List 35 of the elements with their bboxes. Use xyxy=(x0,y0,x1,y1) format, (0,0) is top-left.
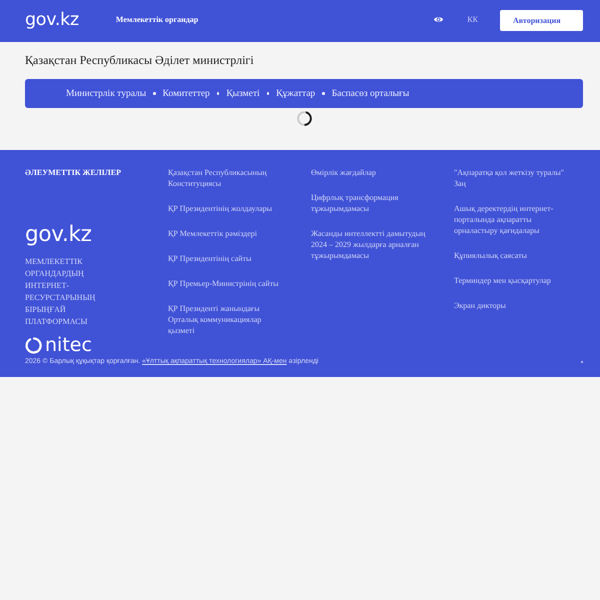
footer-link[interactable]: Ашық деректердің интернет-порталында ақпаратты орналастыру қағидалары xyxy=(454,203,572,236)
nav-link[interactable]: Қызметі xyxy=(226,88,260,100)
page-title: Қазақстан Республикасы Әділет министрлігі xyxy=(25,52,255,67)
bullet-icon xyxy=(153,92,156,95)
footer-link[interactable]: "Ақпаратқа қол жеткізу туралы" Заң xyxy=(454,167,572,189)
footer-link[interactable]: ҚР Президенті жанындағы Орталық коммуникациялар қызметі xyxy=(168,303,286,336)
footer-link[interactable]: Жасанды интеллектті дамытудың 2024 – 2029 жылдарға арналған тұжырымдамасы xyxy=(311,228,429,261)
footer-link[interactable]: Экран дикторы xyxy=(454,300,572,311)
ring-icon xyxy=(25,337,42,354)
bullet-icon xyxy=(266,92,270,95)
logo[interactable]: gov.kz xyxy=(25,10,79,30)
spinner-icon xyxy=(296,111,312,126)
footer-link[interactable]: ҚР Президентінің жолдаулары xyxy=(168,203,286,214)
nav-link[interactable]: Баспасөз орталығы xyxy=(332,88,410,100)
bullet-icon xyxy=(216,92,220,95)
nav-link[interactable]: Министрлік туралы xyxy=(66,88,146,100)
footer-link[interactable]: Терминдер мен қысқартулар xyxy=(454,275,572,286)
nav-link[interactable]: Комитеттер xyxy=(162,88,210,100)
social-heading: ӘЛЕУМЕТТІК ЖЕЛІЛЕР xyxy=(25,167,121,178)
footer-link[interactable]: ҚР Мемлекеттік рәміздері xyxy=(168,228,286,239)
language-switch[interactable]: КК xyxy=(467,14,478,24)
footer-link[interactable]: Қазақстан Республикасының Конституциясы xyxy=(168,167,286,189)
eye-icon[interactable] xyxy=(434,16,444,23)
bullet-icon xyxy=(322,92,325,95)
platform-description: МЕМЛЕКЕТТІК ОРГАНДАРДЫҢ ИНТЕРНЕТ-РЕСУРСТАРЫНЫҢ БІРЫҢҒАЙ ПЛАТФОРМАСЫ xyxy=(25,256,96,328)
footer-link[interactable]: Өмірлік жағдайлар xyxy=(311,167,429,178)
footer-link[interactable]: ҚР Премьер-Министрінің сайты xyxy=(168,278,286,289)
footer-link[interactable]: ҚР Президентінің сайты xyxy=(168,253,286,264)
footer-link[interactable]: Құпиялылық саясаты xyxy=(454,250,572,261)
menu-link[interactable]: Мемлекеттік органдар xyxy=(116,14,198,24)
nav-link[interactable]: Құжаттар xyxy=(276,88,316,100)
developer-logo[interactable]: nitec xyxy=(45,336,92,354)
login-button[interactable]: Авторизация xyxy=(500,10,583,30)
footer-link[interactable]: Цифрлық трансформация тұжырымдамасы xyxy=(311,192,429,214)
footer-logo[interactable]: gov.kz xyxy=(25,223,92,247)
